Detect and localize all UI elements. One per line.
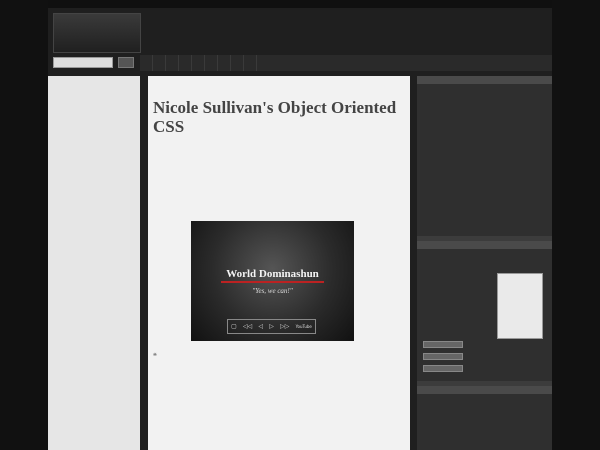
subscribe-badge[interactable] (423, 341, 463, 348)
search-button[interactable] (118, 57, 134, 68)
recent-posts-list (417, 84, 552, 90)
right-sidebar (417, 76, 552, 450)
video-subtitle: "Yes, we can!" (252, 287, 293, 295)
sidebar-box (417, 386, 552, 450)
video-player[interactable]: World Dominashun "Yes, we can!" ▢ ◁◁ ◁ ▷… (191, 221, 354, 341)
main-content: Nicole Sullivan's Object Oriented CSS Wo… (148, 76, 410, 450)
left-sidebar (48, 76, 140, 450)
nav-item[interactable] (192, 55, 205, 71)
sidebar-box-heading (417, 76, 552, 84)
video-controls: ▢ ◁◁ ◁ ▷ ▷▷ YouTube (227, 319, 316, 334)
nav-item[interactable] (205, 55, 218, 71)
quote-icon: ❝ (153, 353, 157, 360)
site-logo[interactable] (53, 13, 141, 53)
nav-item[interactable] (179, 55, 192, 71)
nav-item[interactable] (244, 55, 257, 71)
subscribe-badge[interactable] (423, 365, 463, 372)
search-input[interactable] (53, 57, 113, 68)
main-navigation (140, 55, 552, 71)
nav-item[interactable] (166, 55, 179, 71)
nav-item[interactable] (218, 55, 231, 71)
post-title[interactable]: Nicole Sullivan's Object Oriented CSS (153, 98, 403, 136)
book-cover-image[interactable] (497, 273, 543, 339)
nav-item[interactable] (231, 55, 244, 71)
play-icon[interactable]: ▷ (269, 323, 274, 330)
youtube-logo[interactable]: YouTube (296, 324, 312, 329)
video-title-underline (221, 281, 324, 283)
page-container: Nicole Sullivan's Object Oriented CSS Wo… (48, 0, 552, 450)
stop-icon[interactable]: ▢ (231, 323, 237, 330)
sidebar-box (417, 76, 552, 236)
nav-item[interactable] (153, 55, 166, 71)
subscribe-badge[interactable] (423, 353, 463, 360)
nav-item[interactable] (140, 55, 153, 71)
previous-icon[interactable]: ◁ (258, 323, 263, 330)
video-title: World Dominashun (226, 268, 319, 280)
top-bar (48, 0, 552, 8)
sidebar-box-heading (417, 386, 552, 394)
fast-forward-icon[interactable]: ▷▷ (280, 323, 289, 330)
rewind-icon[interactable]: ◁◁ (243, 323, 252, 330)
sidebar-list (417, 394, 552, 400)
sidebar-box-heading (417, 241, 552, 249)
sidebar-box (417, 241, 552, 381)
